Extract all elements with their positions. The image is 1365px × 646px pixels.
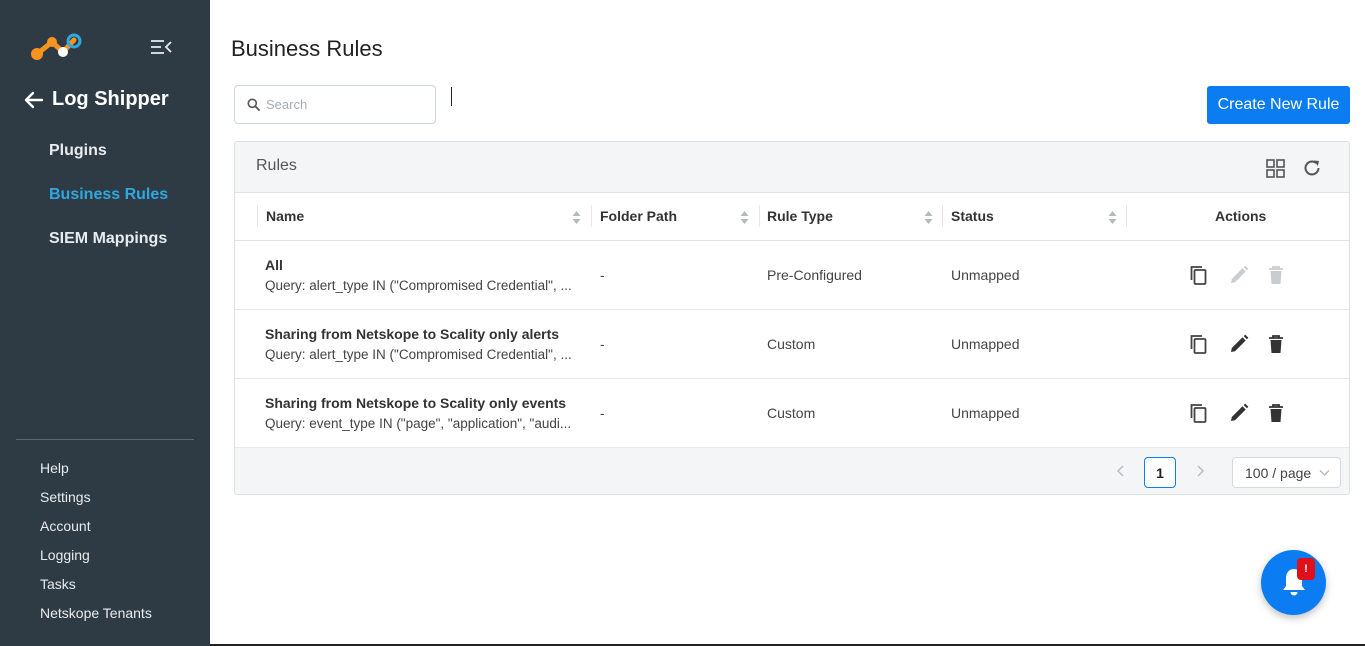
rule-query: Query: event_type IN ("page", "applicati… <box>265 416 572 431</box>
text-cursor <box>451 87 452 106</box>
page-size-select[interactable]: 100 / page <box>1232 457 1341 488</box>
sidebar-item-siem-mappings[interactable]: SIEM Mappings <box>49 228 168 272</box>
sidebar-item-help[interactable]: Help <box>40 459 152 488</box>
folder-path: - <box>600 405 605 421</box>
rule-query: Query: alert_type IN ("Compromised Crede… <box>265 347 572 362</box>
grid-view-icon[interactable] <box>1266 159 1285 178</box>
search-box[interactable] <box>234 85 436 124</box>
column-header-status[interactable]: Status <box>951 208 994 224</box>
back-link[interactable]: Log Shipper <box>24 88 169 111</box>
column-separator <box>1126 205 1127 227</box>
column-separator <box>257 205 258 227</box>
sidebar-item-logging[interactable]: Logging <box>40 546 152 575</box>
rule-type: Custom <box>767 336 816 352</box>
sidebar-item-settings[interactable]: Settings <box>40 488 152 517</box>
rules-card: Rules Name Folder Path Rule Type Status … <box>234 141 1350 495</box>
sidebar-item-netskope-tenants[interactable]: Netskope Tenants <box>40 604 152 633</box>
card-title: Rules <box>256 157 297 174</box>
rule-type: Custom <box>767 405 816 421</box>
sidebar-item-tasks[interactable]: Tasks <box>40 575 152 604</box>
refresh-icon[interactable] <box>1302 158 1322 178</box>
column-header-rule-type[interactable]: Rule Type <box>767 208 833 224</box>
column-separator <box>942 205 943 227</box>
sidebar-nav: Plugins Business Rules SIEM Mappings <box>49 140 168 272</box>
sidebar-bottom-nav: Help Settings Account Logging Tasks Nets… <box>40 459 152 633</box>
pagination-bar: 1 100 / page <box>235 448 1349 494</box>
column-header-name[interactable]: Name <box>266 208 304 224</box>
create-new-rule-button[interactable]: Create New Rule <box>1207 86 1350 124</box>
sidebar-item-account[interactable]: Account <box>40 517 152 546</box>
rule-status: Unmapped <box>951 267 1020 283</box>
rule-status: Unmapped <box>951 405 1020 421</box>
module-title: Log Shipper <box>52 88 169 110</box>
edit-icon[interactable] <box>1228 333 1250 355</box>
page-title: Business Rules <box>231 36 383 61</box>
search-icon <box>247 98 260 111</box>
card-header: Rules <box>235 142 1349 193</box>
sidebar: Log Shipper Plugins Business Rules SIEM … <box>0 0 210 646</box>
delete-icon[interactable] <box>1265 402 1287 424</box>
netskope-logo-icon[interactable] <box>30 32 82 62</box>
rule-status: Unmapped <box>951 336 1020 352</box>
table-header: Name Folder Path Rule Type Status Action… <box>235 193 1349 241</box>
delete-icon-disabled <box>1269 266 1283 284</box>
copy-icon[interactable] <box>1188 264 1210 286</box>
column-separator <box>591 205 592 227</box>
rule-name: All <box>265 257 283 273</box>
table-row[interactable]: Sharing from Netskope to Scality only ev… <box>235 379 1349 448</box>
rule-query: Query: alert_type IN ("Compromised Crede… <box>265 278 572 293</box>
edit-icon[interactable] <box>1228 402 1250 424</box>
folder-path: - <box>600 267 605 283</box>
table-row[interactable]: All Query: alert_type IN ("Compromised C… <box>235 241 1349 310</box>
sidebar-item-business-rules[interactable]: Business Rules <box>49 184 168 228</box>
pagination-page-1[interactable]: 1 <box>1144 457 1176 488</box>
rule-type: Pre-Configured <box>767 267 862 283</box>
copy-icon[interactable] <box>1188 333 1210 355</box>
search-input[interactable] <box>266 97 416 112</box>
arrow-left-icon <box>24 91 44 108</box>
page-size-value: 100 / page <box>1245 464 1312 481</box>
rule-name: Sharing from Netskope to Scality only al… <box>265 326 560 342</box>
collapse-menu-icon[interactable] <box>150 39 172 55</box>
column-header-actions: Actions <box>1215 208 1267 224</box>
chevron-right-icon[interactable] <box>1194 464 1206 478</box>
column-separator <box>759 205 760 227</box>
rule-name: Sharing from Netskope to Scality only ev… <box>265 395 567 411</box>
column-header-folder-path[interactable]: Folder Path <box>600 208 677 224</box>
folder-path: - <box>600 336 605 352</box>
sort-icon[interactable] <box>740 210 749 225</box>
notifications-button[interactable] <box>1261 550 1326 615</box>
sort-icon[interactable] <box>572 210 581 225</box>
sidebar-item-plugins[interactable]: Plugins <box>49 140 168 184</box>
chevron-down-icon <box>1319 470 1330 476</box>
sort-icon[interactable] <box>1108 210 1117 225</box>
copy-icon[interactable] <box>1188 402 1210 424</box>
edit-icon-disabled <box>1231 265 1249 283</box>
sidebar-divider <box>16 439 194 440</box>
table-row[interactable]: Sharing from Netskope to Scality only al… <box>235 310 1349 379</box>
notification-badge: ! <box>1297 558 1315 580</box>
delete-icon[interactable] <box>1265 333 1287 355</box>
chevron-left-icon[interactable] <box>1115 464 1127 478</box>
sort-icon[interactable] <box>924 210 933 225</box>
